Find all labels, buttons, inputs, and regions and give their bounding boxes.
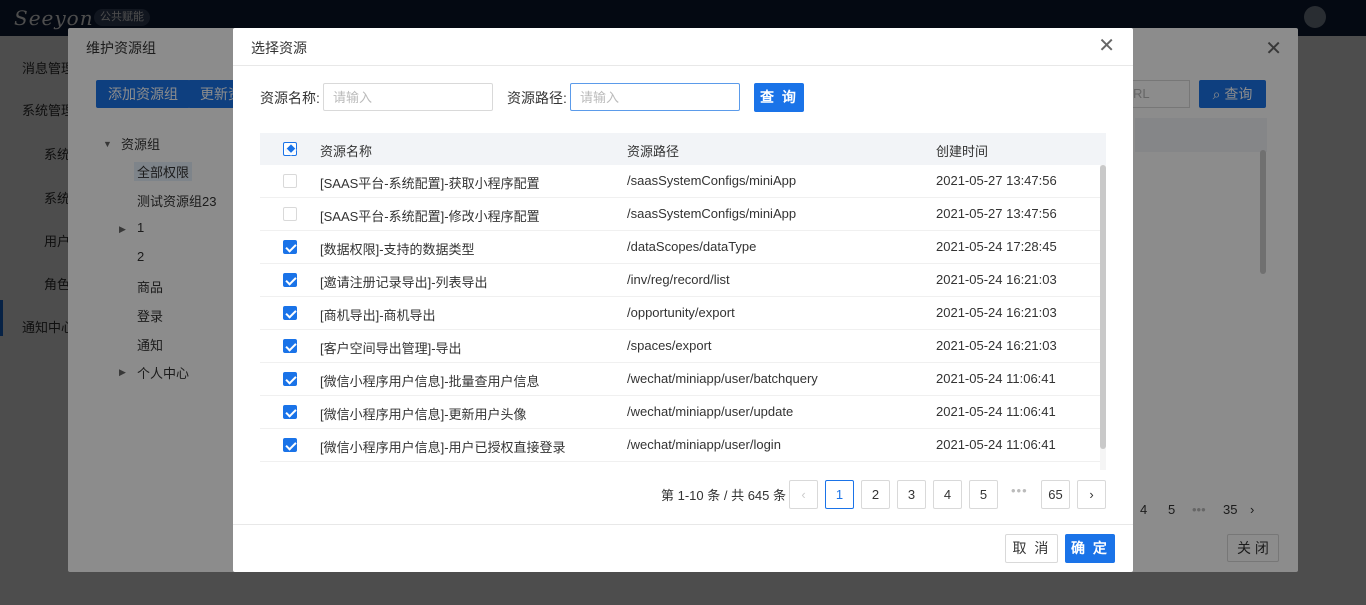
cell-path: /wechat/miniapp/user/login	[627, 437, 781, 452]
table-row[interactable]	[260, 462, 1100, 470]
resource-name-label: 资源名称:	[260, 90, 320, 106]
table-row[interactable]: [SAAS平台-系统配置]-获取小程序配置/saasSystemConfigs/…	[260, 165, 1100, 198]
cell-path: /dataScopes/dataType	[627, 239, 757, 254]
cell-time: 2021-05-27 13:47:56	[936, 173, 1057, 188]
dialog-title: 选择资源	[251, 40, 307, 56]
cell-name: [SAAS平台-系统配置]-修改小程序配置	[320, 209, 540, 224]
prev-page-button[interactable]: ‹	[789, 480, 818, 509]
resource-path-label: 资源路径:	[507, 90, 567, 106]
page-button-2[interactable]: 2	[861, 480, 890, 509]
table-row[interactable]: [SAAS平台-系统配置]-修改小程序配置/saasSystemConfigs/…	[260, 198, 1100, 231]
page-button-last[interactable]: 65	[1041, 480, 1070, 509]
cell-name: [SAAS平台-系统配置]-获取小程序配置	[320, 176, 540, 191]
cell-time: 2021-05-24 11:06:41	[936, 404, 1056, 419]
cell-time: 2021-05-24 11:06:41	[936, 437, 1056, 452]
page-button-5[interactable]: 5	[969, 480, 998, 509]
cell-path: /saasSystemConfigs/miniApp	[627, 173, 797, 188]
cell-name: [商机导出]-商机导出	[320, 308, 436, 323]
cell-time: 2021-05-27 13:47:56	[936, 206, 1057, 221]
cell-name: [微信小程序用户信息]-批量查用户信息	[320, 374, 540, 389]
table-row[interactable]: [数据权限]-支持的数据类型/dataScopes/dataType 2021-0…	[260, 231, 1100, 264]
ok-button[interactable]: 确 定	[1065, 534, 1115, 563]
resource-path-input[interactable]	[570, 83, 740, 111]
cancel-button[interactable]: 取 消	[1005, 534, 1058, 563]
cell-path: /opportunity/export	[627, 305, 735, 320]
table-header: 资源名称 资源路径 创建时间	[260, 133, 1106, 165]
cell-path: /spaces/export	[627, 338, 712, 353]
page-button-4[interactable]: 4	[933, 480, 962, 509]
resource-name-input[interactable]	[323, 83, 493, 111]
resource-table: 资源名称 资源路径 创建时间 [SAAS平台-系统配置]-获取小程序配置/saa…	[260, 133, 1106, 470]
row-checkbox[interactable]	[283, 207, 297, 221]
row-checkbox[interactable]	[283, 405, 297, 419]
cell-time: 2021-05-24 16:21:03	[936, 272, 1057, 287]
select-resource-dialog: 选择资源 ✕ 资源名称: 资源路径: 查 询 资源名称 资源路径 创建时间 [S…	[233, 28, 1133, 572]
table-row[interactable]: [商机导出]-商机导出/opportunity/export 2021-05-24…	[260, 297, 1100, 330]
header-time: 创建时间	[936, 144, 989, 159]
row-checkbox[interactable]	[283, 438, 297, 452]
cell-path: /inv/reg/record/list	[627, 272, 730, 287]
pagination-total: 第 1-10 条 / 共 645 条	[661, 488, 786, 503]
query-button[interactable]: 查 询	[754, 83, 804, 112]
row-checkbox[interactable]	[283, 174, 297, 188]
table-row[interactable]: [邀请注册记录导出]-列表导出/inv/reg/record/list 2021-…	[260, 264, 1100, 297]
row-checkbox[interactable]	[283, 273, 297, 287]
cell-name: [邀请注册记录导出]-列表导出	[320, 275, 488, 290]
row-checkbox[interactable]	[283, 372, 297, 386]
table-scrollbar[interactable]	[1100, 165, 1106, 470]
cell-name: [客户空间导出管理]-导出	[320, 341, 462, 356]
close-icon[interactable]: ✕	[1098, 35, 1115, 57]
cell-name: [数据权限]-支持的数据类型	[320, 242, 475, 257]
select-all-checkbox[interactable]	[283, 142, 297, 156]
page-ellipsis[interactable]: •••	[1011, 483, 1028, 498]
dialog-footer-divider	[233, 524, 1133, 525]
table-row[interactable]: [客户空间导出管理]-导出/spaces/export 2021-05-24 16…	[260, 330, 1100, 363]
row-checkbox[interactable]	[283, 306, 297, 320]
table-row[interactable]: [微信小程序用户信息]-更新用户头像/wechat/miniapp/user/u…	[260, 396, 1100, 429]
cell-time: 2021-05-24 16:21:03	[936, 305, 1057, 320]
page-button-1[interactable]: 1	[825, 480, 854, 509]
cell-path: /saasSystemConfigs/miniApp	[627, 206, 797, 221]
cell-name: [微信小程序用户信息]-用户已授权直接登录	[320, 440, 566, 455]
dialog-header: 选择资源 ✕	[233, 28, 1133, 66]
cell-time: 2021-05-24 11:06:41	[936, 371, 1056, 386]
cell-time: 2021-05-24 16:21:03	[936, 338, 1057, 353]
row-checkbox[interactable]	[283, 240, 297, 254]
header-name: 资源名称	[320, 144, 373, 159]
table-row[interactable]: [微信小程序用户信息]-批量查用户信息/wechat/miniapp/user/…	[260, 363, 1100, 396]
page-button-3[interactable]: 3	[897, 480, 926, 509]
cell-path: /wechat/miniapp/user/batchquery	[627, 371, 818, 386]
scrollbar-thumb[interactable]	[1100, 165, 1106, 449]
row-checkbox[interactable]	[283, 339, 297, 353]
header-path: 资源路径	[627, 144, 680, 159]
cell-path: /wechat/miniapp/user/update	[627, 404, 794, 419]
table-row[interactable]: [微信小程序用户信息]-用户已授权直接登录/wechat/miniapp/use…	[260, 429, 1100, 462]
cell-name: [微信小程序用户信息]-更新用户头像	[320, 407, 527, 422]
cell-time: 2021-05-24 17:28:45	[936, 239, 1057, 254]
next-page-button[interactable]: ›	[1077, 480, 1106, 509]
